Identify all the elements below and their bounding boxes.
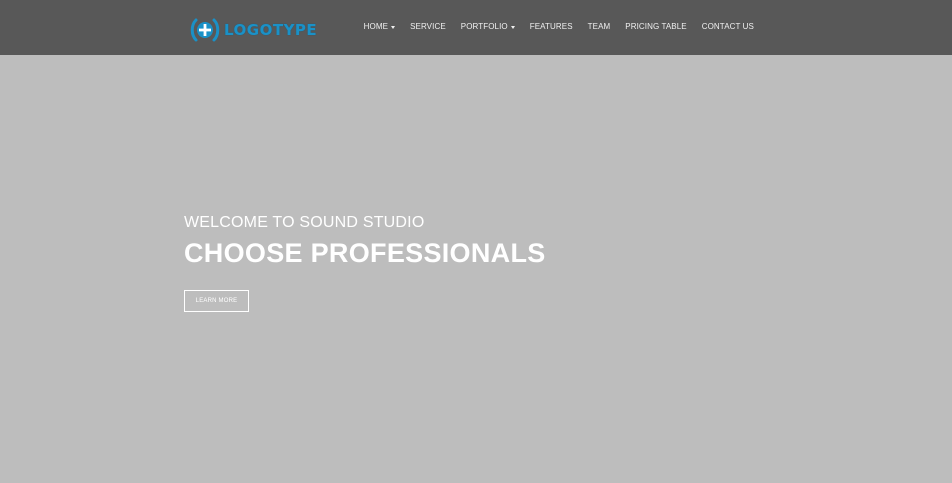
nav-item-label: SERVICE <box>410 22 446 31</box>
nav-item-pricing-table[interactable]: PRICING TABLE <box>625 20 686 34</box>
caret-down-icon <box>510 26 515 29</box>
nav-item-label: CONTACT US <box>701 22 754 31</box>
logo-text: LOGOTYPE <box>224 21 318 39</box>
top-navbar: LOGOTYPE HOME SERVICE PORTFOLIO FEATURES… <box>0 0 952 55</box>
sound-logo-icon <box>190 18 220 42</box>
hero-title: CHOOSE PROFESSIONALS <box>184 238 546 268</box>
nav-item-contact-us[interactable]: CONTACT US <box>702 20 754 34</box>
nav-item-label: PORTFOLIO <box>460 22 508 31</box>
caret-down-icon <box>391 26 396 29</box>
nav-item-team[interactable]: TEAM <box>588 20 611 34</box>
logo-link[interactable]: LOGOTYPE <box>190 16 317 44</box>
nav-item-portfolio[interactable]: PORTFOLIO <box>461 20 515 34</box>
nav-item-label: HOME <box>363 22 389 31</box>
nav-item-home[interactable]: HOME <box>363 20 396 34</box>
hero-content: WELCOME TO SOUND STUDIO CHOOSE PROFESSIO… <box>184 213 546 312</box>
hero-section: WELCOME TO SOUND STUDIO CHOOSE PROFESSIO… <box>0 55 952 483</box>
learn-more-button[interactable]: LEARN MORE <box>184 290 249 312</box>
nav-item-features[interactable]: FEATURES <box>530 20 573 34</box>
nav-item-service[interactable]: SERVICE <box>410 20 446 34</box>
hero-subtitle: WELCOME TO SOUND STUDIO <box>184 214 425 231</box>
nav-item-label: TEAM <box>587 22 611 31</box>
main-nav: HOME SERVICE PORTFOLIO FEATURES TEAM PRI… <box>364 20 754 34</box>
nav-item-label: FEATURES <box>529 22 573 31</box>
nav-item-label: PRICING TABLE <box>625 22 687 31</box>
